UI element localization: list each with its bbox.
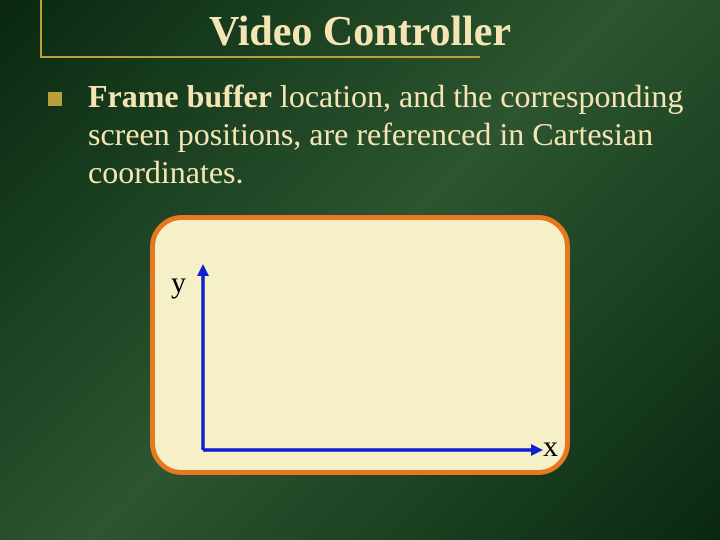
square-bullet-icon <box>48 92 62 106</box>
axes-svg <box>155 220 565 470</box>
bullet-text: Frame buffer location, and the correspon… <box>88 78 690 191</box>
x-axis-label: x <box>543 430 558 464</box>
bullet-item: Frame buffer location, and the correspon… <box>48 78 690 191</box>
bullet-text-bold: Frame buffer <box>88 78 272 114</box>
title-rule-vertical <box>40 0 42 58</box>
title-rule-horizontal <box>40 56 480 58</box>
cartesian-diagram: y x <box>150 215 570 475</box>
content-area: Frame buffer location, and the correspon… <box>48 78 690 191</box>
y-axis-label: y <box>171 266 186 300</box>
title-area: Video Controller <box>40 8 680 56</box>
slide-title: Video Controller <box>199 8 521 56</box>
